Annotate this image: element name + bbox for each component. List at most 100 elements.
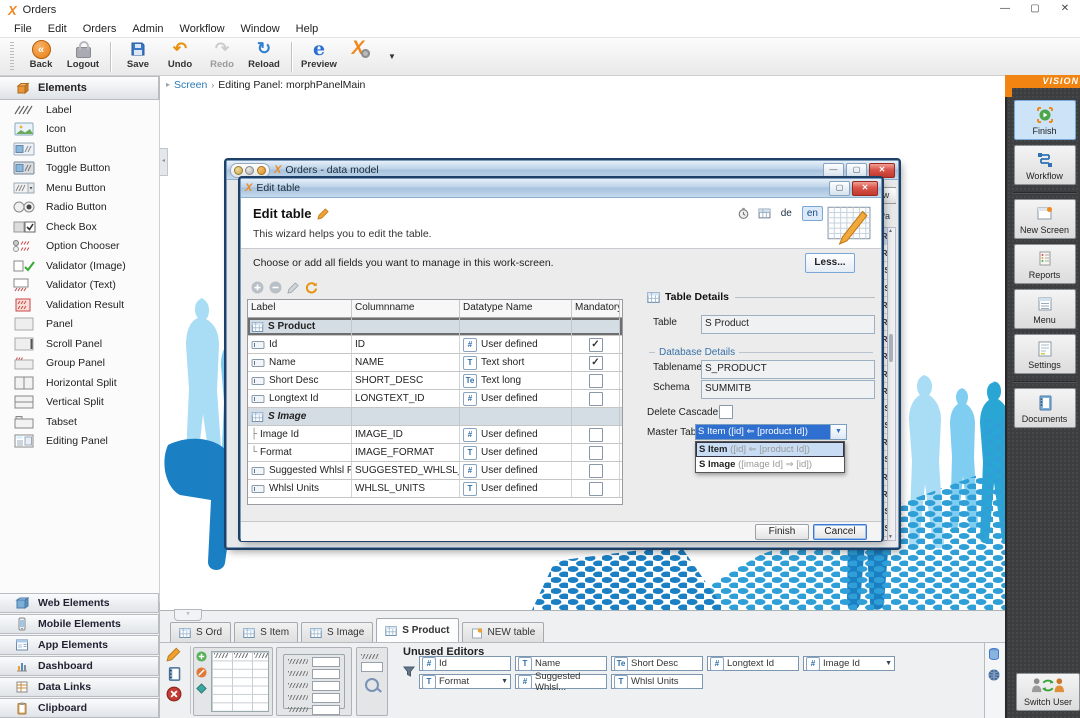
watch-icon[interactable]	[737, 207, 750, 220]
mandatory-checkbox[interactable]: ✓	[589, 356, 603, 370]
form-widget-preview[interactable]	[276, 647, 352, 716]
lang-en-button[interactable]: en	[802, 206, 823, 221]
edit-field-icon[interactable]	[287, 281, 300, 294]
toolbar-dropdown-caret[interactable]: ▼	[388, 52, 396, 61]
cancel-button[interactable]: Cancel	[813, 524, 867, 540]
sidebar-section-data-links[interactable]: Data Links	[0, 677, 159, 697]
toolbar-button-undo[interactable]: ↶Undo	[160, 40, 200, 74]
sidebar-item-check-box[interactable]: Check Box	[0, 217, 159, 237]
scrollbar-thumb[interactable]	[889, 334, 893, 362]
window-close-button[interactable]: ✕	[1050, 0, 1080, 18]
mandatory-checkbox[interactable]	[589, 482, 603, 496]
table-row[interactable]: Longtext IdLONGTEXT_ID#User defined	[248, 390, 622, 408]
chevron-down-icon[interactable]: ▼	[830, 425, 846, 439]
toolbar-button-back[interactable]: «Back	[21, 40, 61, 74]
table-row[interactable]: S Image	[248, 408, 622, 426]
sidebar-item-menu-button[interactable]: Menu Button	[0, 178, 159, 198]
search-widget-preview[interactable]	[356, 647, 388, 716]
menu-item-edit[interactable]: Edit	[40, 21, 75, 37]
documents-button[interactable]: Documents	[1014, 388, 1076, 428]
menu-button[interactable]: Menu	[1014, 289, 1076, 329]
sidebar-section-mobile-elements[interactable]: Mobile Elements	[0, 614, 159, 634]
edit-pencil-icon[interactable]	[166, 646, 182, 662]
editor-chip-image-id[interactable]: #Image Id▼	[803, 656, 895, 671]
sidebar-section-app-elements[interactable]: App Elements	[0, 635, 159, 655]
table-row[interactable]: └FormatIMAGE_FORMATTUser defined	[248, 444, 622, 462]
tab-s-ord[interactable]: S Ord	[170, 622, 231, 642]
sidebar-item-validator-text[interactable]: Validator (Text)	[0, 276, 159, 296]
menu-item-file[interactable]: File	[6, 21, 40, 37]
sidebar-item-panel[interactable]: Panel	[0, 315, 159, 335]
sidebar-section-clipboard[interactable]: Clipboard	[0, 698, 159, 718]
mandatory-checkbox[interactable]	[589, 464, 603, 478]
reports-button[interactable]: Reports	[1014, 244, 1076, 284]
editor-chip-whlsl-units[interactable]: TWhlsl Units	[611, 674, 703, 689]
less-button[interactable]: Less...	[805, 253, 855, 273]
toolbar-button-save[interactable]: Save	[118, 40, 158, 74]
globe-icon[interactable]	[987, 668, 1001, 682]
mandatory-checkbox[interactable]	[589, 374, 603, 388]
toolbar-grip[interactable]	[10, 42, 14, 72]
sidebar-item-validator-image[interactable]: Validator (Image)	[0, 256, 159, 276]
sidebar-item-option-chooser[interactable]: Option Chooser	[0, 237, 159, 257]
editor-chip-id[interactable]: #Id	[419, 656, 511, 671]
sidebar-item-group-panel[interactable]: Group Panel	[0, 354, 159, 374]
table-row[interactable]: Suggested Whlsl PriceSUGGESTED_WHLSL_PRI…	[248, 462, 622, 480]
table-row[interactable]: Whlsl UnitsWHLSL_UNITSTUser defined	[248, 480, 622, 498]
edit-table-titlebar[interactable]: X Edit table ▢ ✕	[241, 179, 881, 198]
table-row[interactable]: NameNAMETText short✓	[248, 354, 622, 372]
window-minimize-button[interactable]: —	[990, 0, 1020, 18]
delete-icon[interactable]	[166, 686, 182, 702]
tab-s-item[interactable]: S Item	[234, 622, 298, 642]
sidebar-item-editing-panel[interactable]: Editing Panel	[0, 432, 159, 452]
sidebar-collapse-handle[interactable]: ◂	[160, 148, 168, 176]
remove-field-icon[interactable]	[269, 281, 282, 294]
sidebar-section-dashboard[interactable]: Dashboard	[0, 656, 159, 676]
sphere-icon[interactable]	[245, 166, 254, 175]
settings-button[interactable]: Settings	[1014, 334, 1076, 374]
sidebar-item-validation-result[interactable]: Validation Result	[0, 295, 159, 315]
tab-new-table[interactable]: NEW table	[462, 622, 545, 642]
background-list-scrollbar[interactable]: ▲ ▼	[887, 227, 896, 541]
sidebar-item-label[interactable]: Label	[0, 100, 159, 120]
menu-item-help[interactable]: Help	[288, 21, 327, 37]
sidebar-item-radio-button[interactable]: Radio Button	[0, 198, 159, 218]
table-row[interactable]: S Product	[248, 318, 622, 336]
breadcrumb-screen[interactable]: Screen	[174, 79, 207, 91]
sidebar-item-toggle-button[interactable]: Toggle Button	[0, 159, 159, 179]
finish-button[interactable]: Finish	[755, 524, 809, 540]
new-screen-button[interactable]: New Screen	[1014, 199, 1076, 239]
sidebar-item-icon[interactable]: Icon	[0, 120, 159, 140]
tab-s-image[interactable]: S Image	[301, 622, 373, 642]
finish-button[interactable]: Finish	[1014, 100, 1076, 140]
toolbar-button-visionx[interactable]: X	[341, 40, 381, 74]
dialog-maximize-button[interactable]: ▢	[846, 163, 867, 178]
mandatory-checkbox[interactable]: ✓	[589, 338, 603, 352]
mandatory-checkbox[interactable]	[589, 446, 603, 460]
column-header[interactable]: Datatype Name	[460, 300, 572, 317]
elements-header[interactable]: Elements	[0, 76, 159, 100]
menu-item-workflow[interactable]: Workflow	[172, 21, 233, 37]
master-table-combobox[interactable]: S Item ([id] ⇐ [product Id]) ▼	[695, 424, 847, 440]
dialog-close-button[interactable]: ✕	[852, 181, 878, 196]
table-properties-icon[interactable]	[758, 207, 771, 220]
dropdown-option-s-item[interactable]: S Item ([id] ⇐ [product Id])	[696, 442, 844, 457]
sidebar-item-vertical-split[interactable]: Vertical Split	[0, 393, 159, 413]
fields-table[interactable]: LabelColumnnameDatatype NameMandatoryS P…	[247, 299, 623, 505]
filter-icon[interactable]	[403, 665, 415, 677]
toolbar-button-reload[interactable]: ↻Reload	[244, 40, 284, 74]
tab-s-product[interactable]: S Product	[376, 618, 458, 642]
window-maximize-button[interactable]: ▢	[1020, 0, 1050, 18]
mandatory-checkbox[interactable]	[589, 428, 603, 442]
editor-chip-longtext-id[interactable]: #Longtext Id	[707, 656, 799, 671]
menu-item-admin[interactable]: Admin	[124, 21, 171, 37]
toolbar-button-logout[interactable]: Logout	[63, 40, 103, 74]
sidebar-item-button[interactable]: Button	[0, 139, 159, 159]
dialog-maximize-button[interactable]: ▢	[829, 181, 850, 196]
dialog-minimize-button[interactable]: —	[823, 163, 844, 178]
refresh-icon[interactable]	[305, 281, 318, 294]
editor-chip-format[interactable]: TFormat▼	[419, 674, 511, 689]
sidebar-item-tabset[interactable]: Tabset	[0, 412, 159, 432]
lang-de-button[interactable]: de	[781, 208, 792, 219]
sidebar-item-horizontal-split[interactable]: Horizontal Split	[0, 373, 159, 393]
